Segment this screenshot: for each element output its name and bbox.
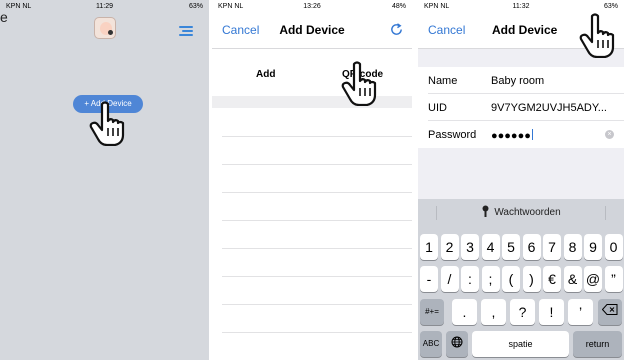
symbol-key[interactable]: ; bbox=[481, 266, 500, 292]
number-key[interactable]: 0 bbox=[604, 234, 623, 260]
clock-label: 11:29 bbox=[96, 3, 113, 10]
space-key[interactable]: spatie bbox=[472, 331, 569, 357]
name-label: Name bbox=[428, 75, 458, 87]
symbol-key[interactable]: @ bbox=[584, 266, 602, 292]
punctuation-key[interactable]: . bbox=[452, 299, 477, 325]
symbol-key[interactable]: ) bbox=[522, 266, 541, 292]
navigation-bar: Cancel Add Device bbox=[212, 14, 412, 48]
punctuation-key[interactable]: ! bbox=[539, 299, 564, 325]
cancel-button[interactable]: Cancel bbox=[428, 23, 465, 37]
battery-label: 63% bbox=[188, 3, 203, 10]
keyboard: Wachtwoorden 1234567890 - /:;() € & @” #+= .… bbox=[418, 199, 624, 360]
key-icon bbox=[482, 205, 489, 217]
symbol-key[interactable]: ( bbox=[502, 266, 520, 292]
list-divider bbox=[222, 248, 412, 249]
symbol-key[interactable]: ” bbox=[604, 266, 623, 292]
symbol-key[interactable]: & bbox=[563, 266, 582, 292]
app-home-screen: KPN NL 11:29 63% + Add Device bbox=[0, 0, 209, 360]
symbol-key[interactable]: : bbox=[461, 266, 479, 292]
uid-input[interactable]: 9V7YGM2UVJH5ADY... bbox=[491, 102, 607, 114]
password-suggestion-label: Wachtwoorden bbox=[494, 207, 561, 218]
list-divider bbox=[222, 136, 412, 137]
number-key[interactable]: 3 bbox=[461, 234, 479, 260]
edge-letter: e bbox=[0, 9, 8, 25]
refresh-icon[interactable] bbox=[389, 22, 404, 37]
status-bar: KPN NL 11:29 63% bbox=[0, 0, 209, 14]
tab-add[interactable]: Add bbox=[256, 69, 275, 80]
uid-label: UID bbox=[428, 102, 447, 114]
symbol-key[interactable]: € bbox=[543, 266, 561, 292]
list-divider bbox=[222, 220, 412, 221]
number-key[interactable]: 5 bbox=[502, 234, 520, 260]
globe-icon bbox=[451, 336, 463, 348]
app-logo-icon bbox=[94, 17, 116, 39]
password-dots: ●●●●●● bbox=[491, 130, 531, 142]
clear-icon[interactable]: × bbox=[605, 130, 614, 139]
page-title: Add Device bbox=[279, 23, 345, 37]
hand-pointer-icon bbox=[89, 101, 125, 146]
add-device-choose-screen: KPN NL 13:26 48% Cancel Add Device Add Q… bbox=[212, 0, 412, 360]
backspace-icon bbox=[601, 304, 618, 315]
punctuation-key[interactable]: ? bbox=[510, 299, 535, 325]
more-symbols-key[interactable]: #+= bbox=[420, 299, 444, 325]
text-caret bbox=[531, 129, 533, 140]
name-field[interactable]: Name Baby room bbox=[418, 67, 624, 94]
password-input[interactable]: ●●●●●● bbox=[491, 129, 533, 142]
number-key[interactable]: 7 bbox=[543, 234, 561, 260]
list-divider bbox=[222, 276, 412, 277]
abc-key[interactable]: ABC bbox=[420, 331, 442, 357]
device-form: Name Baby room UID 9V7YGM2UVJH5ADY... Pa… bbox=[418, 49, 624, 199]
backspace-key[interactable] bbox=[598, 299, 622, 325]
list-divider bbox=[222, 332, 412, 333]
list-divider bbox=[222, 304, 412, 305]
password-suggestion-bar[interactable]: Wachtwoorden bbox=[418, 199, 624, 227]
hand-pointer-icon bbox=[579, 13, 615, 58]
punctuation-key[interactable]: , bbox=[481, 299, 506, 325]
number-key[interactable]: 8 bbox=[563, 234, 582, 260]
symbol-key[interactable]: - bbox=[420, 266, 438, 292]
password-label: Password bbox=[428, 129, 477, 141]
list-divider bbox=[222, 192, 412, 193]
list-divider bbox=[222, 164, 412, 165]
menu-icon[interactable] bbox=[179, 26, 193, 36]
page-title: Add Device bbox=[492, 23, 558, 37]
clock-label: 13:26 bbox=[303, 3, 321, 10]
battery-label: 48% bbox=[391, 3, 406, 10]
globe-key[interactable] bbox=[446, 331, 468, 357]
uid-field[interactable]: UID 9V7YGM2UVJH5ADY... bbox=[418, 94, 624, 121]
password-field[interactable]: Password ●●●●●● × bbox=[418, 121, 624, 148]
punctuation-key[interactable]: ’ bbox=[568, 299, 593, 325]
name-input[interactable]: Baby room bbox=[491, 75, 544, 87]
number-key[interactable]: 4 bbox=[481, 234, 500, 260]
add-device-form-screen: KPN NL 11:32 63% Cancel Add Device Name … bbox=[418, 0, 624, 360]
number-key[interactable]: 1 bbox=[420, 234, 438, 260]
return-key[interactable]: return bbox=[573, 331, 622, 357]
symbol-key[interactable]: / bbox=[440, 266, 459, 292]
number-key[interactable]: 6 bbox=[522, 234, 541, 260]
number-key[interactable]: 2 bbox=[440, 234, 459, 260]
add-method-segment: Add QR code bbox=[212, 49, 412, 95]
hand-pointer-icon bbox=[341, 61, 377, 106]
number-key[interactable]: 9 bbox=[584, 234, 602, 260]
status-bar: KPN NL 13:26 48% bbox=[212, 0, 412, 14]
